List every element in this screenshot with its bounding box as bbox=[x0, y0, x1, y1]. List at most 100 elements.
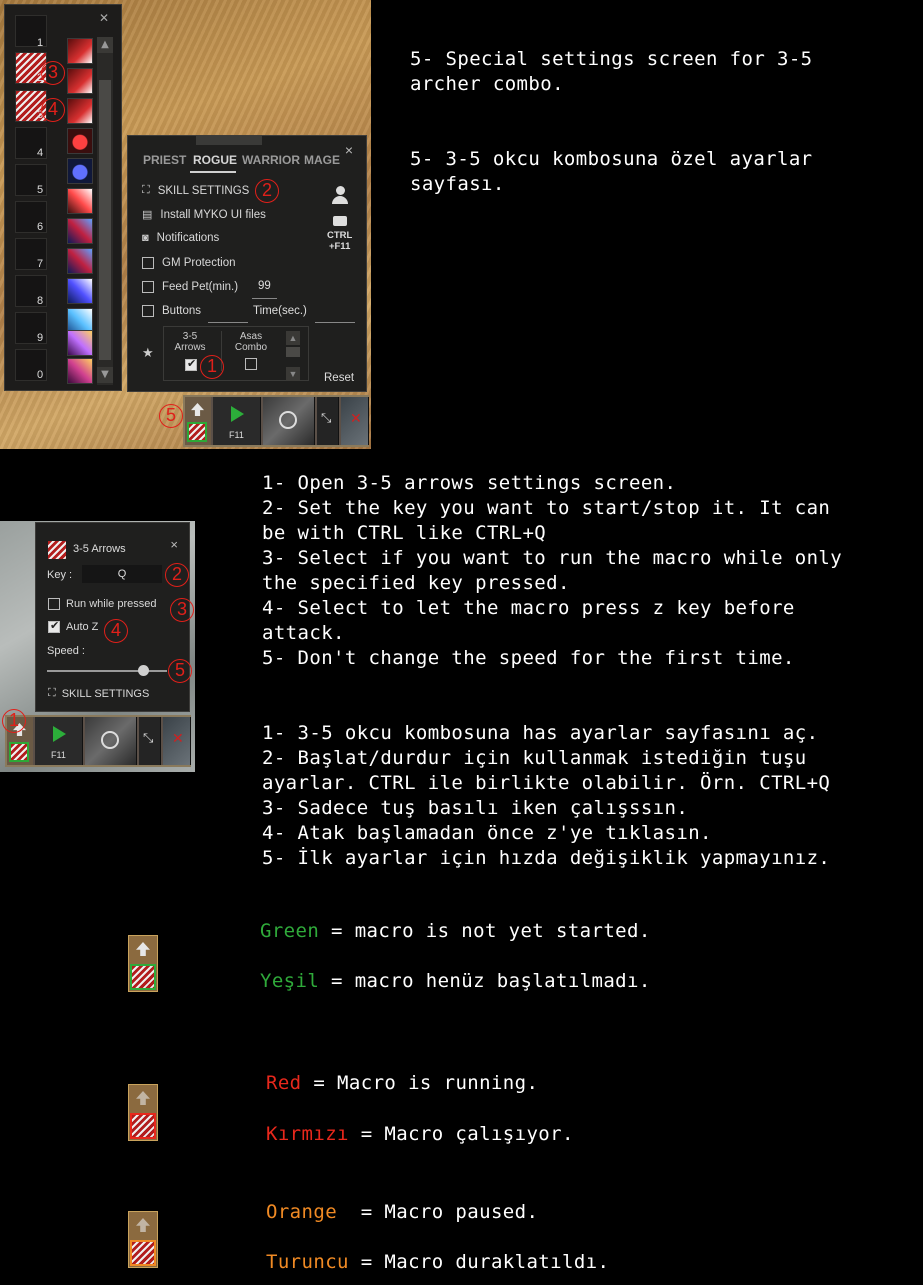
discord-icon: ◙ bbox=[142, 232, 149, 244]
holy-skill-icon[interactable] bbox=[67, 358, 93, 384]
swirl-skill-icon[interactable] bbox=[67, 248, 93, 274]
skillbar-close-icon[interactable]: ✕ bbox=[99, 11, 109, 25]
auto-z-checkbox[interactable] bbox=[48, 619, 60, 633]
feed-pet-option[interactable]: Feed Pet(min.) bbox=[142, 281, 238, 293]
key-input[interactable]: Q bbox=[82, 565, 162, 583]
arrow-skill-icon[interactable] bbox=[67, 38, 93, 64]
tab-mage[interactable]: MAGE bbox=[304, 153, 340, 167]
file-download-icon: ▤ bbox=[142, 209, 153, 221]
combo1-line2: Arrows bbox=[174, 342, 206, 353]
skill-settings-link[interactable]: ⛶ SKILL SETTINGS bbox=[48, 687, 149, 700]
gm-protection-checkbox[interactable] bbox=[142, 257, 154, 269]
description-en: 5- Special settings screen for 3-5 archer… bbox=[410, 47, 813, 97]
legend-green-text-tr: = macro henüz başlatılmadı. bbox=[319, 970, 651, 992]
description-tr-line1: 5- 3-5 okcu kombosuna özel ayarlar bbox=[410, 148, 813, 170]
install-ui-link[interactable]: ▤ Install MYKO UI files bbox=[142, 208, 266, 222]
star-icon[interactable]: ★ bbox=[142, 345, 154, 361]
drag-handle[interactable] bbox=[196, 136, 262, 145]
time-input[interactable] bbox=[315, 322, 355, 323]
target-icon bbox=[279, 411, 297, 429]
tab-warrior[interactable]: WARRIOR bbox=[242, 153, 300, 167]
close-macro-button[interactable]: ✕ bbox=[163, 717, 191, 765]
run-while-pressed-option[interactable]: Run while pressed bbox=[48, 598, 157, 610]
combo-asas[interactable]: Asas Combo bbox=[231, 331, 271, 353]
mp-potion-icon[interactable] bbox=[67, 158, 93, 184]
minimize-button[interactable]: ⤡ bbox=[139, 717, 161, 765]
user-icon[interactable] bbox=[332, 186, 348, 204]
speed-slider-track[interactable] bbox=[47, 670, 167, 672]
target-button[interactable] bbox=[263, 397, 315, 445]
legend-green-en: Green = macro is not yet started. bbox=[260, 919, 651, 944]
swirl-skill-icon[interactable] bbox=[67, 218, 93, 244]
skill-bar: ✕ 1 2 3 4 5 6 7 8 9 0 ▲ ▼ 3 4 bbox=[4, 4, 122, 391]
combo-status-icon bbox=[187, 422, 207, 442]
play-button[interactable]: F11 bbox=[213, 397, 261, 445]
marker-2: 2 bbox=[255, 179, 279, 203]
video-camera-icon[interactable] bbox=[333, 216, 347, 226]
marker-3: 3 bbox=[41, 61, 65, 85]
slot-number: 8 bbox=[37, 295, 44, 307]
arrows-combo-icon bbox=[48, 541, 66, 559]
buttons-input[interactable] bbox=[208, 322, 248, 323]
legend-green-text: = macro is not yet started. bbox=[319, 920, 651, 942]
panel-close-icon[interactable]: × bbox=[170, 537, 178, 552]
speed-slider-thumb[interactable] bbox=[138, 665, 149, 676]
combo-down-icon[interactable]: ▼ bbox=[286, 367, 300, 381]
legend-orange-tr: Turuncu = Macro duraklatıldı. bbox=[266, 1250, 609, 1275]
scroll-up-icon[interactable]: ▲ bbox=[97, 37, 113, 53]
combo-3-5-arrows[interactable]: 3-5 Arrows bbox=[170, 331, 210, 353]
focus-icon: ⛶ bbox=[48, 687, 56, 699]
key-label: Key : bbox=[47, 569, 73, 581]
combo-scroll-thumb[interactable] bbox=[286, 347, 300, 357]
reset-button[interactable]: Reset bbox=[324, 372, 354, 384]
auto-z-option[interactable]: Auto Z bbox=[48, 619, 98, 633]
screenshot-main-settings: ✕ 1 2 3 4 5 6 7 8 9 0 ▲ ▼ 3 4 × PRIEST R… bbox=[0, 0, 371, 449]
marker-4: 4 bbox=[104, 619, 128, 643]
notifications-link[interactable]: ◙ Notifications bbox=[142, 232, 219, 244]
status-toggle[interactable] bbox=[185, 397, 211, 445]
tab-priest[interactable]: PRIEST bbox=[143, 153, 186, 167]
fire-skill-icon[interactable] bbox=[67, 188, 93, 214]
combo-status-icon bbox=[9, 742, 29, 762]
marker-5: 5 bbox=[159, 404, 183, 428]
feed-pet-checkbox[interactable] bbox=[142, 281, 154, 293]
target-button[interactable] bbox=[85, 717, 137, 765]
record-hotkey-line1: CTRL bbox=[327, 230, 353, 241]
gm-protection-option[interactable]: GM Protection bbox=[142, 257, 236, 269]
skillbar-scroll-thumb[interactable] bbox=[99, 80, 111, 360]
slot-number: 0 bbox=[37, 369, 44, 381]
hp-potion-icon[interactable] bbox=[67, 128, 93, 154]
active-tab-underline bbox=[190, 171, 236, 173]
feed-pet-underline bbox=[252, 298, 277, 299]
legend-orange-text-tr: = Macro duraklatıldı. bbox=[348, 1251, 610, 1273]
legend-orange-en: Orange = Macro paused. bbox=[266, 1200, 538, 1225]
skill-settings-label: SKILL SETTINGS bbox=[157, 184, 250, 197]
combo-up-icon[interactable]: ▲ bbox=[286, 331, 300, 345]
close-x-icon: ✕ bbox=[172, 731, 184, 747]
scroll-down-icon[interactable]: ▼ bbox=[97, 367, 113, 383]
play-button[interactable]: F11 bbox=[35, 717, 83, 765]
tab-rogue[interactable]: ROGUE bbox=[193, 153, 237, 167]
instructions-en: 1- Open 3-5 arrows settings screen. 2- Se… bbox=[262, 471, 842, 671]
buttons-option[interactable]: Buttons bbox=[142, 305, 201, 317]
arrow-skill-icon[interactable] bbox=[67, 98, 93, 124]
marker-1: 1 bbox=[2, 709, 26, 733]
arrow-skill-icon[interactable] bbox=[67, 68, 93, 94]
settings-close-icon[interactable]: × bbox=[345, 142, 353, 158]
description-en-line2: archer combo. bbox=[410, 73, 564, 95]
instruction-en-line: 4- Select to let the macro press z key b… bbox=[262, 597, 795, 619]
play-key-label: F11 bbox=[51, 750, 66, 760]
minimize-button[interactable]: ⤡ bbox=[317, 397, 339, 445]
slot-number: 6 bbox=[37, 221, 44, 233]
buff-skill-icon[interactable] bbox=[67, 330, 93, 356]
run-while-pressed-checkbox[interactable] bbox=[48, 598, 60, 610]
slot-number: 5 bbox=[37, 184, 44, 196]
lightning-skill-icon[interactable] bbox=[67, 278, 93, 304]
feed-pet-input[interactable]: 99 bbox=[258, 280, 271, 292]
close-macro-button[interactable]: ✕ bbox=[341, 397, 369, 445]
combo-asas-checkbox[interactable] bbox=[245, 358, 257, 370]
skill-settings-link[interactable]: ⛶ SKILL SETTINGS bbox=[142, 184, 249, 197]
buttons-checkbox[interactable] bbox=[142, 305, 154, 317]
up-arrow-icon bbox=[136, 942, 150, 956]
combo-3-5-arrows-checkbox[interactable] bbox=[185, 357, 197, 371]
